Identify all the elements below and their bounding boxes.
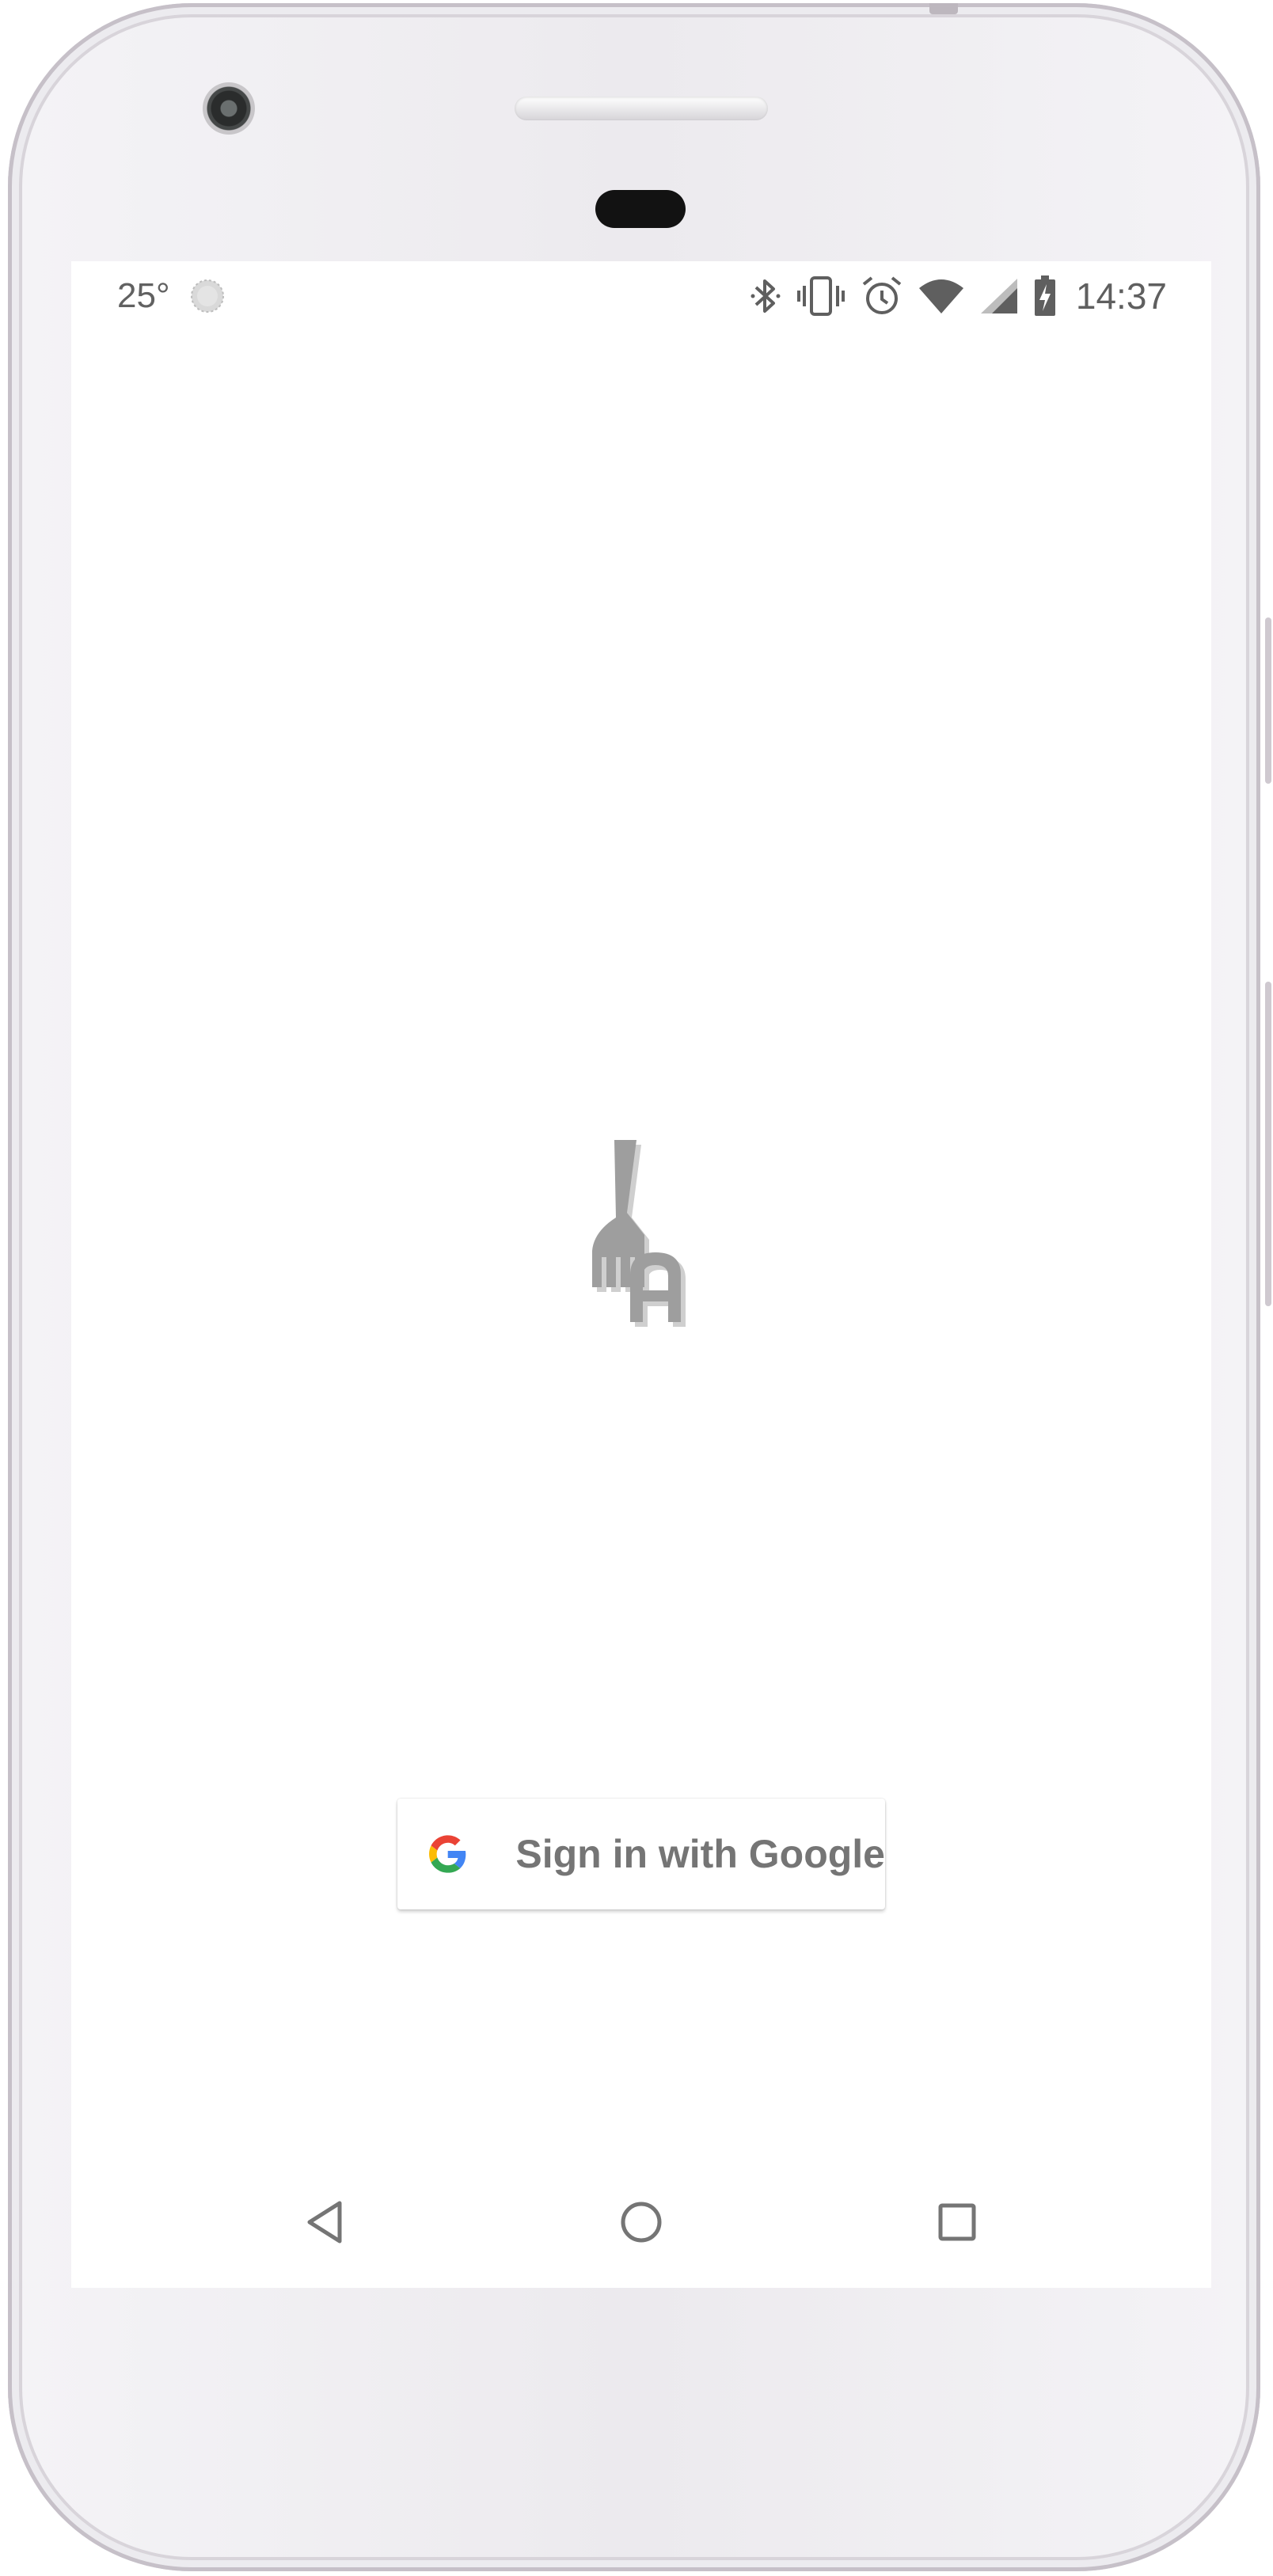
home-button[interactable] bbox=[606, 2187, 677, 2258]
volume-button bbox=[1265, 982, 1271, 1306]
wifi-icon bbox=[918, 279, 963, 313]
vibrate-icon bbox=[796, 276, 845, 316]
status-left-group: 25° bbox=[117, 275, 226, 317]
power-button bbox=[1265, 617, 1271, 784]
google-sign-in-button[interactable]: Sign in with Google bbox=[397, 1799, 885, 1909]
home-circle-icon bbox=[621, 2202, 662, 2243]
frame-top-detail bbox=[929, 3, 958, 14]
phone-frame: 25° 14:37 Sign in with Google bbox=[8, 3, 1260, 2571]
cell-signal-icon bbox=[980, 279, 1017, 313]
google-g-icon bbox=[429, 1835, 466, 1873]
earpiece-speaker bbox=[515, 97, 768, 120]
battery-charging-icon bbox=[1034, 275, 1055, 316]
sign-in-label: Sign in with Google bbox=[515, 1832, 885, 1876]
status-bar: 25° 14:37 bbox=[71, 261, 1211, 328]
recents-square-icon bbox=[938, 2203, 976, 2241]
navigation-bar bbox=[71, 2155, 1211, 2288]
fork-a-logo-icon bbox=[592, 1140, 686, 1327]
temperature-label: 25° bbox=[117, 276, 170, 315]
back-button[interactable] bbox=[290, 2187, 361, 2258]
alarm-icon bbox=[862, 276, 902, 314]
bluetooth-icon bbox=[750, 279, 781, 313]
phone-screen: 25° 14:37 Sign in with Google bbox=[71, 261, 1211, 2288]
clock-time: 14:37 bbox=[1075, 275, 1167, 317]
status-right-group: 14:37 bbox=[750, 274, 1167, 318]
recents-button[interactable] bbox=[922, 2187, 993, 2258]
front-camera bbox=[203, 82, 255, 135]
weather-sun-icon bbox=[190, 279, 224, 313]
proximity-sensor bbox=[595, 190, 686, 228]
back-triangle-icon bbox=[307, 2201, 342, 2244]
